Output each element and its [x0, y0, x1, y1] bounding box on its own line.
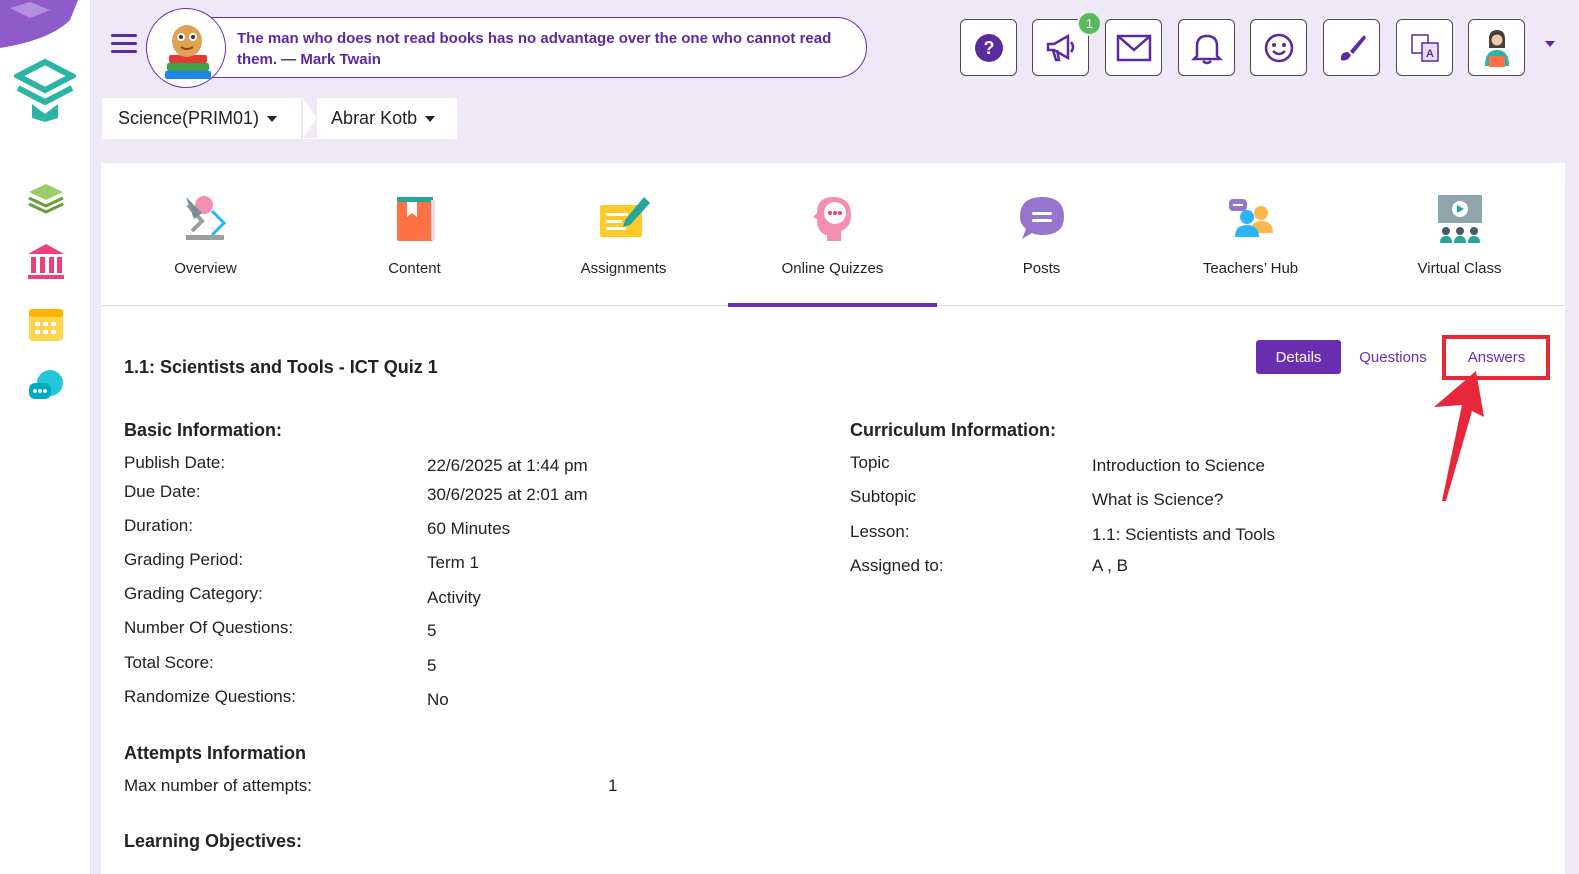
teacher-selector[interactable]: Abrar Kotb	[303, 98, 458, 139]
tab-label: Posts	[1022, 260, 1061, 277]
chevron-down-icon	[267, 115, 278, 122]
corner-decoration	[0, 0, 78, 48]
questions-button[interactable]: Questions	[1348, 340, 1438, 374]
left-rail	[0, 0, 91, 874]
announcement-icon	[1046, 33, 1074, 61]
notification-badge: 1	[1077, 11, 1102, 36]
brush-icon	[1340, 34, 1366, 60]
assignment-icon	[600, 197, 650, 237]
layers-icon[interactable]	[26, 178, 66, 218]
subtopic-value: What is Science?	[1092, 490, 1224, 509]
chevron-down-icon	[425, 115, 436, 122]
lamp-icon	[186, 196, 227, 240]
help-button[interactable]: ?	[960, 19, 1017, 76]
mascot-avatar	[146, 8, 226, 88]
max-attempts-label: Max number of attempts:	[124, 776, 313, 795]
randomize-value: No	[427, 690, 449, 709]
due-date-label: Due Date:	[124, 482, 201, 501]
speech-bubble-icon	[1020, 197, 1064, 239]
chat-icon[interactable]	[26, 366, 66, 406]
learning-objectives-heading: Learning Objectives:	[124, 831, 303, 851]
main-panel: Overview Content Assignments Online Quiz…	[101, 163, 1565, 874]
grading-category-label: Grading Category:	[124, 584, 263, 603]
quiz-head-icon	[813, 197, 851, 241]
total-score-label: Total Score:	[124, 653, 214, 672]
smiley-icon	[1264, 33, 1293, 62]
topic-value: Introduction to Science	[1092, 456, 1265, 475]
tab-content[interactable]: Content	[310, 163, 519, 306]
tab-label: Overview	[174, 260, 237, 277]
course-selector[interactable]: Science(PRIM01)	[102, 98, 302, 139]
tab-virtual-class[interactable]: Virtual Class	[1355, 163, 1564, 306]
translate-icon: A	[1410, 33, 1439, 62]
mail-button[interactable]	[1105, 19, 1162, 76]
teacher-label: Abrar Kotb	[331, 108, 418, 128]
due-date-value: 30/6/2025 at 2:01 am	[427, 485, 588, 504]
course-label: Science(PRIM01)	[118, 108, 260, 128]
app-logo[interactable]	[14, 58, 76, 122]
tab-label: Assignments	[580, 260, 667, 277]
account-dropdown-icon[interactable]	[1545, 41, 1555, 47]
mood-button[interactable]	[1250, 19, 1307, 76]
breadcrumb: Science(PRIM01) Abrar Kotb	[102, 98, 458, 139]
institution-icon[interactable]	[26, 242, 66, 282]
total-score-value: 5	[427, 656, 437, 675]
quote-text: The man who does not read books has no a…	[237, 30, 832, 68]
tab-teachers-hub[interactable]: Teachers’ Hub	[1146, 163, 1355, 306]
tab-overview[interactable]: Overview	[101, 163, 310, 306]
menu-toggle-icon[interactable]	[111, 34, 137, 58]
curriculum-heading: Curriculum Information:	[850, 420, 1056, 440]
tab-label: Content	[388, 260, 441, 277]
grading-period-value: Term 1	[427, 553, 479, 572]
svg-text:A: A	[1426, 48, 1434, 60]
assigned-to-label: Assigned to:	[850, 556, 944, 575]
details-button[interactable]: Details	[1256, 340, 1341, 374]
announcements-button[interactable]: 1	[1032, 11, 1102, 76]
language-button[interactable]: A	[1396, 19, 1453, 76]
calendar-icon[interactable]	[26, 304, 66, 344]
question-count-value: 5	[427, 621, 437, 640]
tab-label: Teachers’ Hub	[1202, 260, 1299, 277]
max-attempts-value: 1	[608, 776, 618, 795]
pointer-arrow-icon	[1434, 371, 1484, 501]
quiz-title: 1.1: Scientists and Tools - ICT Quiz 1	[124, 357, 438, 377]
publish-date-value: 22/6/2025 at 1:44 pm	[427, 456, 588, 475]
grading-period-label: Grading Period:	[124, 550, 244, 569]
quote-banner: The man who does not read books has no a…	[146, 8, 867, 88]
lesson-label: Lesson:	[850, 522, 910, 541]
question-count-label: Number Of Questions:	[124, 618, 294, 637]
publish-date-label: Publish Date:	[124, 453, 226, 472]
profile-icon	[1484, 29, 1509, 67]
help-icon: ?	[974, 33, 1003, 62]
tab-posts[interactable]: Posts	[937, 163, 1146, 306]
teachers-group-icon	[1229, 199, 1273, 237]
profile-button[interactable]	[1468, 19, 1525, 76]
course-tabs: Overview Content Assignments Online Quiz…	[101, 163, 1565, 307]
tab-label: Virtual Class	[1417, 260, 1502, 277]
virtual-class-icon	[1438, 195, 1482, 243]
tab-label: Online Quizzes	[781, 260, 884, 277]
lesson-value: 1.1: Scientists and Tools	[1092, 525, 1276, 544]
randomize-label: Randomize Questions:	[124, 687, 296, 706]
duration-value: 60 Minutes	[427, 519, 511, 538]
attempts-heading: Attempts Information	[124, 743, 306, 763]
theme-button[interactable]	[1323, 19, 1380, 76]
assigned-to-value: A , B	[1092, 556, 1128, 575]
notifications-button[interactable]	[1178, 19, 1235, 76]
topic-label: Topic	[850, 453, 890, 472]
subtopic-label: Subtopic	[850, 487, 917, 506]
duration-label: Duration:	[124, 516, 193, 535]
svg-text:?: ?	[983, 38, 994, 58]
bell-icon	[1190, 34, 1223, 64]
tab-online-quizzes[interactable]: Online Quizzes	[728, 163, 937, 307]
grading-category-value: Activity	[427, 588, 481, 607]
tab-assignments[interactable]: Assignments	[519, 163, 728, 306]
basic-info-heading: Basic Information:	[124, 420, 283, 440]
mail-icon	[1116, 34, 1151, 61]
book-icon	[397, 197, 435, 241]
